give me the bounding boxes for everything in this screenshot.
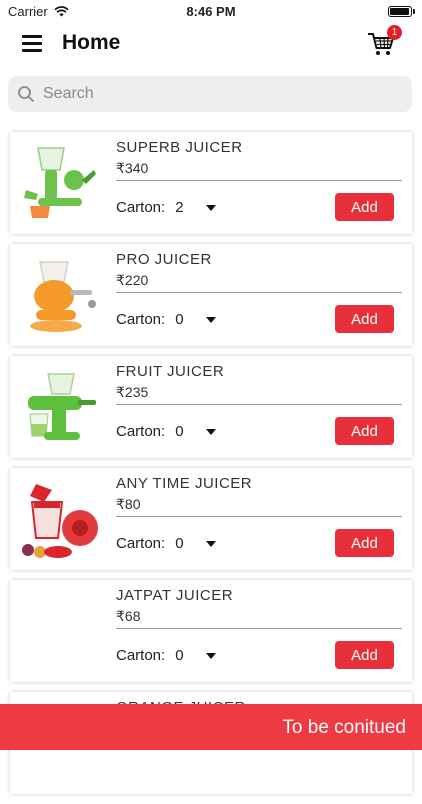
product-card: FRUIT JUICER ₹235 Carton: 0 Add xyxy=(10,356,412,458)
product-image xyxy=(14,360,106,454)
add-button[interactable]: Add xyxy=(335,641,394,669)
product-name: ANY TIME JUICER xyxy=(116,475,253,492)
page-title: Home xyxy=(62,31,121,54)
juicer-image-icon xyxy=(24,147,96,218)
product-image xyxy=(14,584,106,678)
carton-dropdown[interactable]: Carton: 0 xyxy=(116,647,216,664)
chevron-down-icon xyxy=(205,204,216,211)
product-image xyxy=(14,472,106,566)
product-image xyxy=(14,248,106,342)
chevron-down-icon xyxy=(205,316,216,323)
add-button[interactable]: Add xyxy=(335,417,394,445)
carton-label: Carton: xyxy=(116,199,166,216)
search-bar[interactable] xyxy=(8,76,412,112)
carton-label: Carton: xyxy=(116,647,166,664)
divider xyxy=(116,180,402,181)
status-bar: Carrier 8:46 PM xyxy=(0,0,422,22)
product-card: SUPERB JUICER ₹340 Carton: 2 Add xyxy=(10,132,412,234)
carton-label: Carton: xyxy=(116,311,166,328)
app-header: Home 1 xyxy=(0,22,422,66)
carton-quantity: 0 xyxy=(175,311,184,328)
divider xyxy=(116,628,402,629)
product-price: ₹68 xyxy=(116,608,141,624)
divider xyxy=(116,292,402,293)
carton-dropdown[interactable]: Carton: 0 xyxy=(116,423,216,440)
add-button[interactable]: Add xyxy=(335,529,394,557)
product-name: PRO JUICER xyxy=(116,251,212,268)
cart-button[interactable]: 1 xyxy=(366,25,402,58)
chevron-down-icon xyxy=(205,540,216,547)
carton-quantity: 2 xyxy=(175,199,184,216)
carton-label: Carton: xyxy=(116,423,166,440)
product-price: ₹80 xyxy=(116,496,141,512)
juicer-image-icon xyxy=(30,261,96,332)
hamburger-menu-icon[interactable] xyxy=(22,35,42,52)
continue-bar[interactable]: To be conitued xyxy=(0,704,422,750)
product-card: PRO JUICER ₹220 Carton: 0 Add xyxy=(10,244,412,346)
search-input[interactable] xyxy=(41,84,385,104)
product-name: JATPAT JUICER xyxy=(116,587,234,604)
chevron-down-icon xyxy=(205,652,216,659)
divider xyxy=(116,516,402,517)
product-price: ₹340 xyxy=(116,160,149,176)
add-button[interactable]: Add xyxy=(335,193,394,221)
status-time: 8:46 PM xyxy=(186,4,236,19)
carton-label: Carton: xyxy=(116,535,166,552)
add-button[interactable]: Add xyxy=(335,305,394,333)
product-name: FRUIT JUICER xyxy=(116,363,225,380)
product-price: ₹235 xyxy=(116,384,149,400)
chevron-down-icon xyxy=(205,428,216,435)
product-card: ANY TIME JUICER ₹80 Carton: 0 Add xyxy=(10,468,412,570)
product-price: ₹220 xyxy=(116,272,149,288)
juicer-image-icon xyxy=(22,484,98,558)
carton-dropdown[interactable]: Carton: 0 xyxy=(116,311,216,328)
continue-label: To be conitued xyxy=(282,717,406,738)
product-image xyxy=(14,136,106,230)
carton-quantity: 0 xyxy=(175,423,184,440)
battery-level xyxy=(390,8,409,15)
carton-quantity: 0 xyxy=(175,535,184,552)
search-icon xyxy=(18,86,34,102)
cart-count-badge: 1 xyxy=(387,25,402,40)
carton-dropdown[interactable]: Carton: 2 xyxy=(116,199,216,216)
battery-icon xyxy=(388,6,415,17)
juicer-image-icon xyxy=(28,373,96,440)
product-card: JATPAT JUICER ₹68 Carton: 0 Add xyxy=(10,580,412,682)
divider xyxy=(116,404,402,405)
product-name: SUPERB JUICER xyxy=(116,139,243,156)
carton-quantity: 0 xyxy=(175,647,184,664)
carton-dropdown[interactable]: Carton: 0 xyxy=(116,535,216,552)
